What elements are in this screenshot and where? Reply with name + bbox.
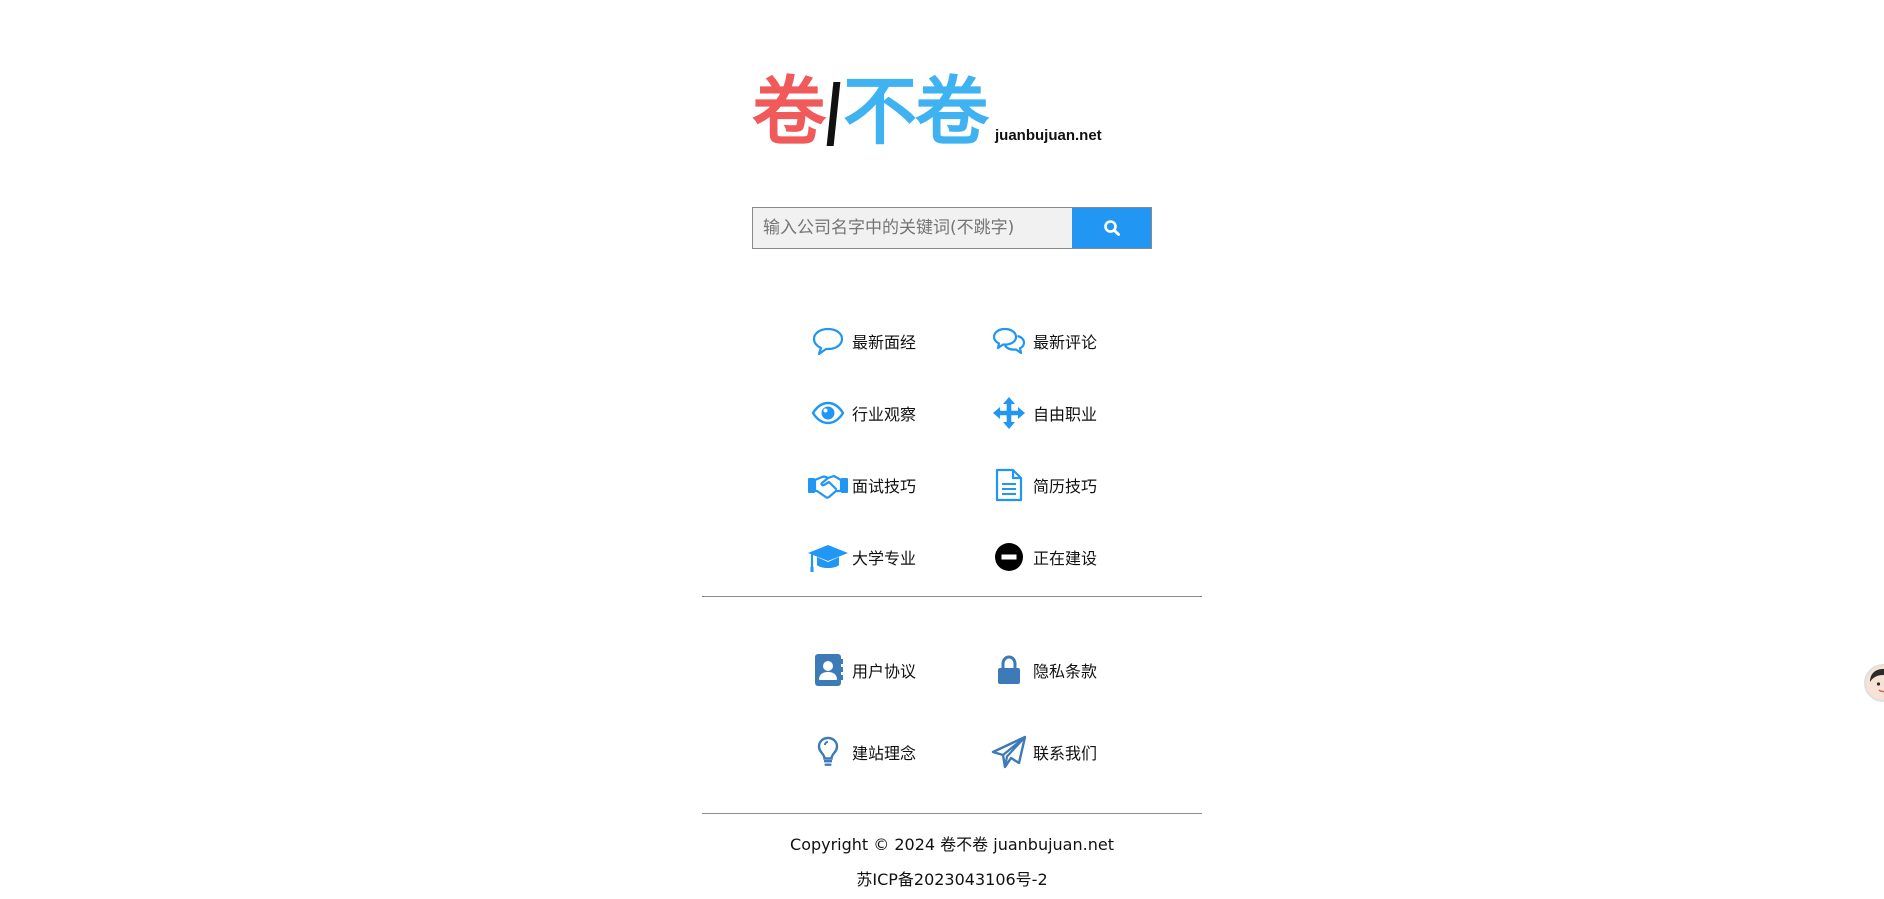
- menu-item-label: 简历技巧: [1033, 477, 1098, 496]
- footer-copyright: Copyright © 2024 卷不卷 juanbujuan.net: [790, 835, 1114, 854]
- search-button[interactable]: [1072, 207, 1152, 249]
- link-site-philosophy[interactable]: 建站理念: [806, 732, 986, 772]
- page: 卷 不卷 juanbujuan.net 最新面经 最新评论: [0, 0, 1884, 899]
- divider-top: [702, 596, 1202, 597]
- menu-item-label: 正在建设: [1033, 549, 1098, 568]
- link-label: 隐私条款: [1033, 662, 1098, 681]
- footer-icp[interactable]: 苏ICP备2023043106号-2: [0, 866, 1884, 890]
- menu-item-latest-comments[interactable]: 最新评论: [987, 321, 1167, 361]
- link-label: 用户协议: [852, 662, 917, 681]
- menu-item-label: 最新评论: [1033, 333, 1098, 352]
- search-input[interactable]: [752, 207, 1072, 249]
- logo-char-juan: 卷: [752, 69, 826, 155]
- menu-item-latest-interviews[interactable]: 最新面经: [806, 321, 986, 361]
- lock-icon: [987, 650, 1031, 690]
- search-form: [752, 207, 1152, 249]
- menu-item-label: 行业观察: [852, 405, 917, 424]
- menu-item-label: 面试技巧: [852, 477, 917, 496]
- menu-item-resume-tips[interactable]: 简历技巧: [987, 465, 1167, 505]
- search-icon: [1103, 220, 1120, 236]
- link-user-agreement[interactable]: 用户协议: [806, 650, 986, 690]
- link-label: 联系我们: [1033, 744, 1098, 763]
- menu-item-freelance[interactable]: 自由职业: [987, 393, 1167, 433]
- menu-item-college-majors[interactable]: 大学专业: [806, 537, 986, 577]
- comments-icon: [987, 321, 1031, 361]
- menu-item-label: 大学专业: [852, 549, 917, 568]
- link-label: 建站理念: [852, 744, 917, 763]
- eye-icon: [806, 393, 850, 433]
- site-logo[interactable]: 卷 不卷 juanbujuan.net: [752, 72, 1102, 152]
- link-privacy-policy[interactable]: 隐私条款: [987, 650, 1167, 690]
- logo-char-bujuan: 不卷: [843, 69, 989, 155]
- handshake-icon: [806, 465, 850, 505]
- divider-bottom: [702, 813, 1202, 814]
- menu-item-interview-tips[interactable]: 面试技巧: [806, 465, 986, 505]
- link-contact-us[interactable]: 联系我们: [987, 732, 1167, 772]
- lightbulb-icon: [806, 732, 850, 772]
- logo-divider-bar: [826, 82, 841, 146]
- logo-domain: juanbujuan.net: [995, 127, 1102, 144]
- menu-item-label: 最新面经: [852, 333, 917, 352]
- menu-item-under-construction[interactable]: 正在建设: [987, 537, 1167, 577]
- menu-item-industry-watch[interactable]: 行业观察: [806, 393, 986, 433]
- speech-bubble-icon: [806, 321, 850, 361]
- move-arrows-icon: [987, 393, 1031, 433]
- graduation-cap-icon: [806, 537, 850, 577]
- paper-plane-icon: [987, 732, 1031, 772]
- minus-circle-icon: [987, 537, 1031, 577]
- contact-book-icon: [806, 650, 850, 690]
- menu-item-label: 自由职业: [1033, 405, 1098, 424]
- floating-support-avatar[interactable]: [1864, 664, 1884, 702]
- document-icon: [987, 465, 1031, 505]
- avatar-face-icon: [1866, 666, 1884, 700]
